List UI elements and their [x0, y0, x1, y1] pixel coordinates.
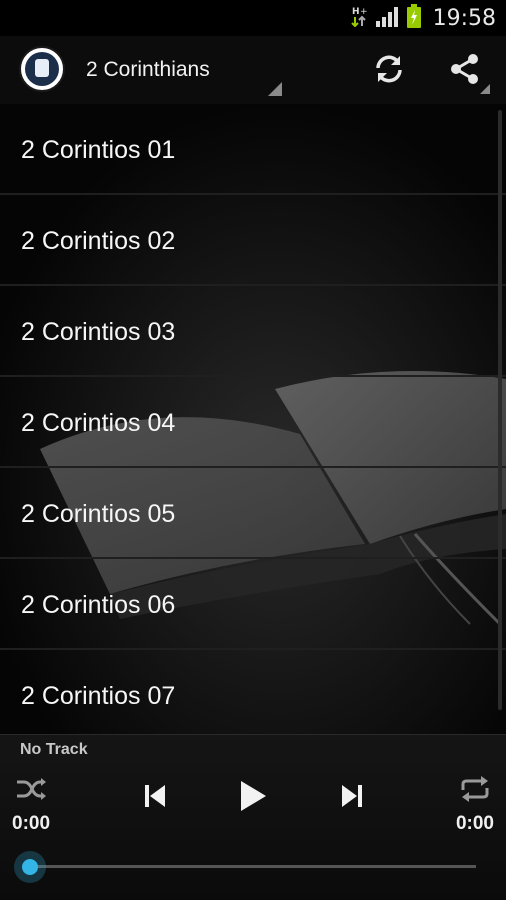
page-title: 2 Corinthians: [86, 58, 210, 81]
spinner-indicator-icon: [268, 82, 282, 96]
action-bar: 2 Corinthians: [0, 36, 506, 104]
share-icon: [448, 52, 482, 91]
list-item-label: 2 Corintios 02: [21, 227, 176, 255]
scrollbar[interactable]: [498, 110, 502, 710]
refresh-button[interactable]: [368, 50, 410, 92]
repeat-icon: [459, 775, 491, 807]
list-item-label: 2 Corintios 07: [21, 682, 176, 710]
list-item[interactable]: 2 Corintios 03: [0, 286, 506, 377]
share-overflow-indicator-icon: [480, 84, 490, 94]
next-icon: [340, 783, 364, 814]
list-item-label: 2 Corintios 05: [21, 500, 176, 528]
list-item-label: 2 Corintios 03: [21, 318, 176, 346]
title-spinner[interactable]: 2 Corinthians: [86, 36, 284, 104]
list-item-label: 2 Corintios 06: [21, 591, 176, 619]
shuffle-button[interactable]: [14, 777, 48, 805]
status-time: 19:58: [432, 5, 496, 31]
duration-time: 0:00: [455, 813, 494, 834]
previous-icon: [143, 783, 167, 814]
play-button[interactable]: [232, 777, 274, 819]
svg-text:+: +: [360, 7, 367, 17]
data-transfer-icon: H +: [350, 5, 367, 32]
list-item[interactable]: 2 Corintios 01: [0, 104, 506, 195]
seek-bar[interactable]: [30, 865, 476, 868]
list-item[interactable]: 2 Corintios 05: [0, 468, 506, 559]
app-logo-icon[interactable]: [19, 46, 65, 92]
seek-handle[interactable]: [14, 851, 46, 883]
share-button[interactable]: [444, 50, 490, 94]
list-item[interactable]: 2 Corintios 07: [0, 650, 506, 734]
player-panel: No Track 0:00 0:00: [0, 734, 506, 900]
list-item[interactable]: 2 Corintios 06: [0, 559, 506, 650]
shuffle-icon: [15, 777, 47, 806]
svg-text:H: H: [352, 7, 360, 17]
list-item-label: 2 Corintios 04: [21, 409, 176, 437]
list-item[interactable]: 2 Corintios 02: [0, 195, 506, 286]
track-name: No Track: [20, 741, 88, 758]
list-item-label: 2 Corintios 01: [21, 136, 176, 164]
list-item[interactable]: 2 Corintios 04: [0, 377, 506, 468]
repeat-button[interactable]: [458, 775, 492, 807]
refresh-icon: [371, 51, 407, 92]
next-button[interactable]: [335, 781, 369, 815]
play-icon: [238, 779, 268, 818]
battery-charging-icon: [406, 3, 421, 33]
elapsed-time: 0:00: [12, 813, 51, 834]
status-bar: H + 19:58: [0, 0, 506, 36]
previous-button[interactable]: [138, 781, 172, 815]
signal-icon: [375, 5, 399, 32]
chapter-list[interactable]: 2 Corintios 01 2 Corintios 02 2 Corintio…: [0, 104, 506, 734]
